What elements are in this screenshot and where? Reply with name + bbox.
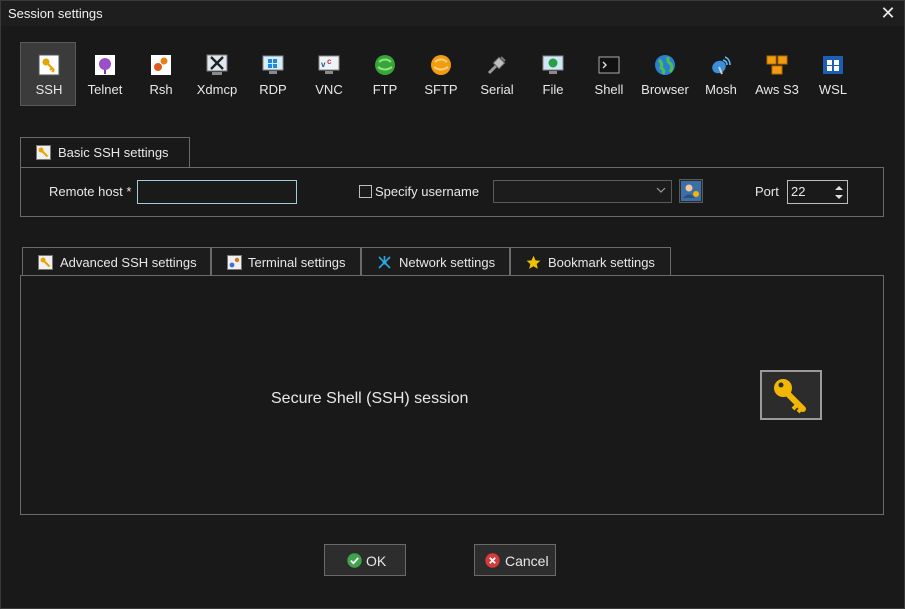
session-type-xdmcp[interactable]: Xdmcp [188, 42, 244, 106]
window-title: Session settings [8, 6, 103, 21]
session-type-label: Serial [480, 82, 514, 97]
cancel-icon [485, 553, 500, 568]
tab-label: Bookmark settings [548, 255, 655, 270]
tab-bookmark-settings[interactable]: Bookmark settings [510, 247, 671, 276]
shell-icon [598, 56, 620, 74]
specify-username-label: Specify username [375, 184, 480, 199]
ok-button[interactable]: OK [324, 544, 406, 576]
ftp-icon [375, 55, 395, 75]
session-type-browser[interactable]: Browser [636, 42, 692, 106]
ssh-key-icon [38, 54, 60, 76]
remote-host-input[interactable] [137, 180, 297, 204]
tab-label: Basic SSH settings [58, 145, 169, 160]
session-type-label: File [542, 82, 564, 97]
network-icon [378, 256, 391, 269]
wrench-icon [36, 145, 51, 160]
spin-down-icon[interactable] [835, 194, 843, 200]
tab-label: Network settings [399, 255, 496, 270]
tab-label: Advanced SSH settings [60, 255, 197, 270]
rdp-icon [262, 55, 284, 74]
sftp-icon [431, 55, 451, 75]
spin-up-icon[interactable] [835, 185, 843, 191]
session-type-label: Rsh [149, 82, 173, 97]
session-type-rsh[interactable]: Rsh [132, 42, 188, 106]
xdmcp-icon [206, 54, 228, 75]
session-type-label: Shell [594, 82, 624, 97]
session-type-shell[interactable]: Shell [580, 42, 636, 106]
key-icon [774, 379, 806, 414]
session-description: Secure Shell (SSH) session [271, 390, 469, 407]
session-type-label: Telnet [87, 82, 123, 97]
session-type-label: SSH [35, 82, 63, 97]
tab-label: Terminal settings [248, 255, 346, 270]
tab-terminal-settings[interactable]: Terminal settings [211, 247, 361, 276]
terminal-icon [227, 255, 242, 270]
port-value: 22 [791, 184, 806, 199]
session-type-ssh[interactable]: SSH [20, 42, 76, 106]
mosh-icon [712, 56, 731, 75]
vnc-icon: v c [318, 55, 340, 74]
svg-text:c: c [327, 57, 332, 66]
check-icon [347, 553, 362, 568]
telnet-icon [95, 55, 115, 75]
ok-label: OK [366, 553, 387, 569]
tab-basic-ssh-settings[interactable]: Basic SSH settings [20, 137, 190, 168]
remote-host-label: Remote host * [49, 184, 132, 199]
session-type-mosh[interactable]: Mosh [692, 42, 748, 106]
svg-text:v: v [321, 60, 326, 69]
session-type-sftp[interactable]: SFTP [412, 42, 468, 106]
session-type-vnc[interactable]: v c VNC [300, 42, 356, 106]
session-type-label: Mosh [705, 82, 737, 97]
file-icon [542, 55, 564, 74]
session-type-label: Aws S3 [755, 82, 799, 97]
user-manager-button[interactable] [679, 179, 703, 203]
aws-s3-icon [766, 55, 788, 75]
session-type-aws-s3[interactable]: Aws S3 [748, 42, 804, 106]
user-manager-icon [681, 181, 701, 201]
session-type-label: WSL [818, 82, 848, 97]
port-label: Port [755, 184, 779, 199]
serial-icon [487, 56, 506, 75]
close-button[interactable]: ✕ [872, 1, 904, 26]
session-type-label: SFTP [424, 82, 458, 97]
session-type-label: FTP [372, 82, 398, 97]
tab-network-settings[interactable]: Network settings [361, 247, 510, 276]
close-icon: ✕ [880, 3, 896, 23]
session-type-label: Browser [641, 82, 689, 97]
session-type-telnet[interactable]: Telnet [76, 42, 132, 106]
session-type-ftp[interactable]: FTP [356, 42, 412, 106]
session-settings-window: Session settings ✕ SSH Telnet Rsh Xdmcp … [0, 0, 905, 609]
session-type-rdp[interactable]: RDP [244, 42, 300, 106]
cancel-button[interactable]: Cancel [474, 544, 556, 576]
session-type-label: VNC [315, 82, 343, 97]
session-type-file[interactable]: File [524, 42, 580, 106]
session-type-wsl[interactable]: WSL [804, 42, 860, 106]
basic-settings-panel: Remote host * Specify username Port 22 [20, 167, 884, 217]
wsl-icon [823, 56, 843, 74]
wrench-icon [38, 255, 53, 270]
cancel-label: Cancel [505, 553, 549, 569]
ssh-key-badge [760, 370, 822, 420]
chevron-down-icon [656, 187, 666, 193]
star-icon [526, 255, 541, 269]
specify-username-checkbox[interactable] [359, 185, 372, 198]
browser-icon [655, 55, 675, 75]
session-type-label: Xdmcp [196, 82, 238, 97]
tab-advanced-ssh-settings[interactable]: Advanced SSH settings [22, 247, 211, 276]
session-type-label: RDP [259, 82, 287, 97]
username-dropdown[interactable] [493, 180, 672, 203]
rsh-icon [151, 55, 171, 75]
session-type-serial[interactable]: Serial [468, 42, 524, 106]
port-spinner[interactable]: 22 [787, 180, 848, 204]
title-bar: Session settings ✕ [1, 1, 904, 26]
